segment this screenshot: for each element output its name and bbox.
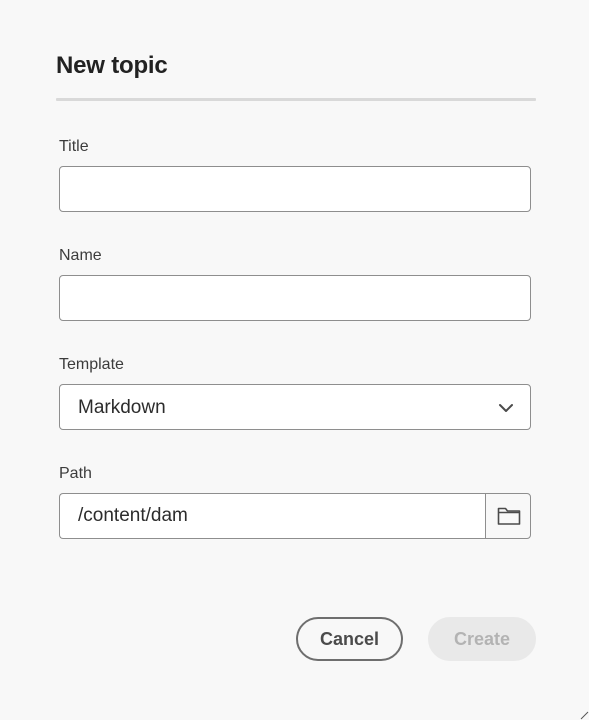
path-input[interactable] [60, 494, 486, 538]
dialog-title: New topic [56, 52, 168, 79]
template-selected-value: Markdown [78, 397, 166, 418]
name-field-label: Name [59, 247, 102, 264]
resize-handle-icon[interactable] [579, 710, 589, 720]
title-field-label: Title [59, 138, 89, 155]
chevron-down-icon [499, 404, 513, 412]
create-button[interactable]: Create [428, 617, 536, 661]
folder-icon [497, 507, 521, 525]
title-field-wrapper [59, 166, 531, 212]
path-field-group [59, 493, 531, 539]
cancel-button[interactable]: Cancel [296, 617, 403, 661]
name-input[interactable] [60, 276, 530, 320]
title-divider [56, 98, 536, 101]
new-topic-dialog: New topic Title Name Template Markdown P… [0, 0, 589, 720]
browse-path-button[interactable] [485, 493, 531, 539]
name-field-wrapper [59, 275, 531, 321]
title-input[interactable] [60, 167, 530, 211]
path-field-label: Path [59, 465, 92, 482]
template-dropdown[interactable]: Markdown [59, 384, 531, 430]
template-field-label: Template [59, 356, 124, 373]
path-field-wrapper [59, 493, 486, 539]
